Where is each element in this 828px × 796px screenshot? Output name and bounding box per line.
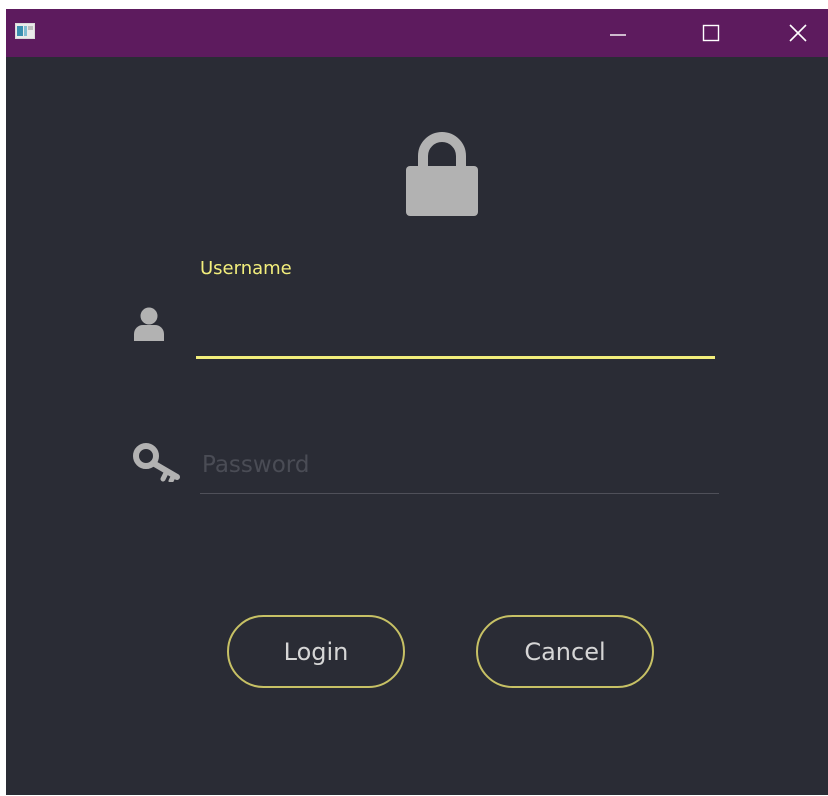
user-icon	[134, 307, 164, 341]
maximize-button[interactable]	[686, 9, 736, 57]
login-button[interactable]: Login	[227, 615, 405, 688]
minimize-icon	[610, 34, 626, 36]
key-icon	[133, 443, 180, 482]
title-bar[interactable]	[6, 9, 828, 57]
maximize-icon	[702, 24, 720, 42]
login-window: Username Login Cancel	[6, 9, 828, 795]
lock-icon	[406, 132, 478, 216]
minimize-button[interactable]	[593, 9, 643, 57]
username-input[interactable]	[196, 309, 715, 359]
username-label: Username	[200, 258, 292, 279]
close-button[interactable]	[773, 9, 823, 57]
cancel-button[interactable]: Cancel	[476, 615, 654, 688]
password-input[interactable]	[200, 437, 719, 494]
close-icon	[789, 24, 807, 42]
app-icon	[15, 23, 35, 39]
